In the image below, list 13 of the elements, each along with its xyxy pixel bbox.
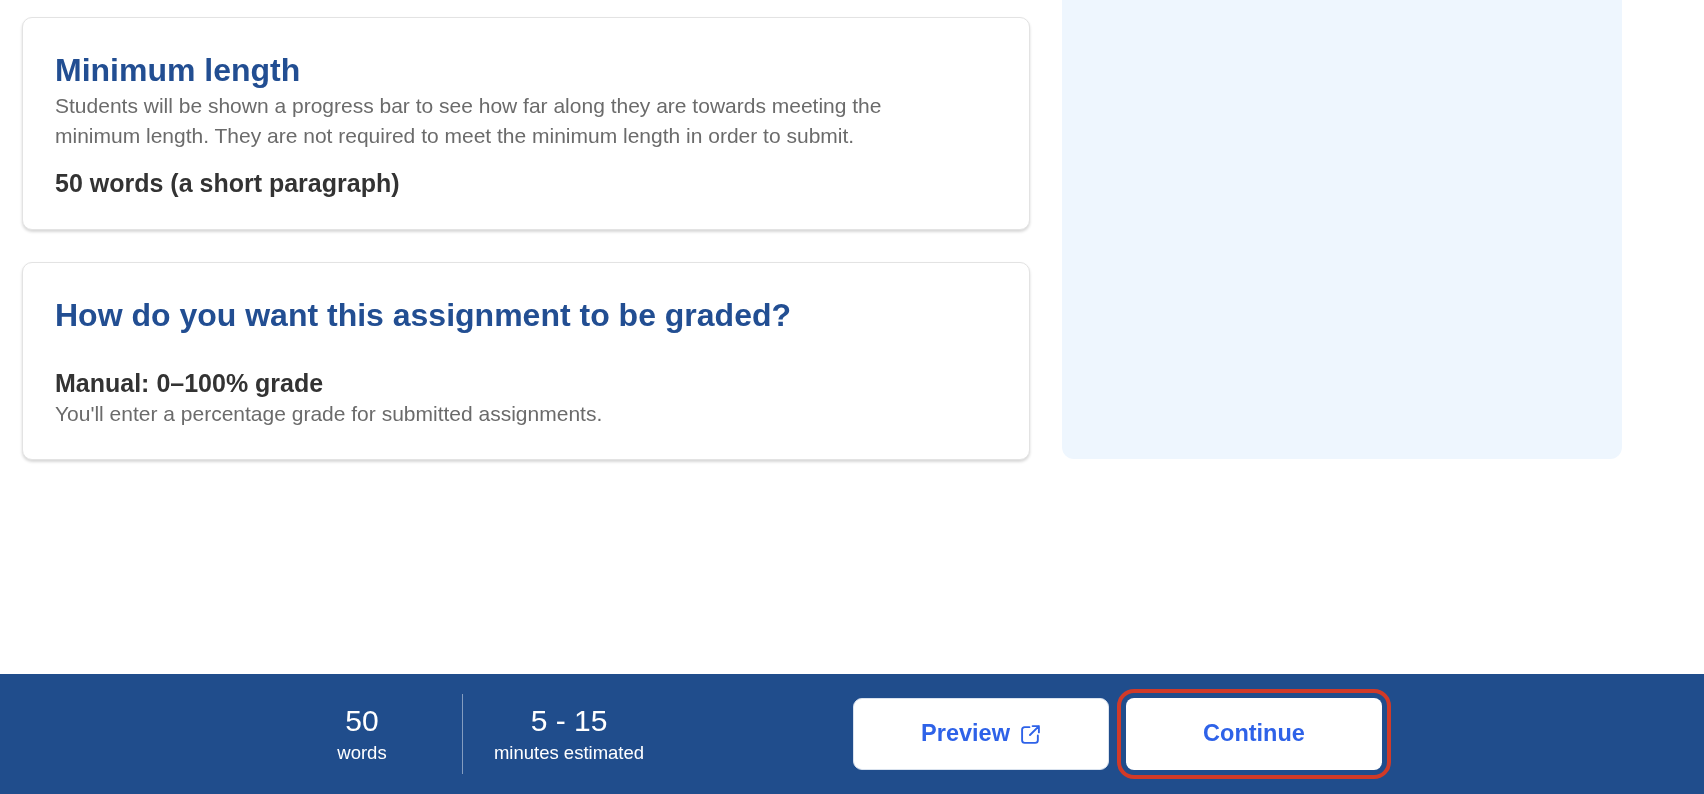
stat-label: minutes estimated <box>493 740 645 765</box>
option-label: Manual: 0–100% grade <box>55 368 325 399</box>
external-link-icon <box>1019 723 1041 745</box>
option-description: You'll enter a percentage grade for submitted assignments. <box>55 401 604 427</box>
card-title: Minimum length <box>55 51 302 89</box>
preview-button[interactable]: Preview <box>853 698 1109 770</box>
card-description: Students will be shown a progress bar to see how far along they are towards meeting the minimum length. They are not required to meet the minimum length in order to submit. <box>55 93 883 149</box>
continue-button[interactable]: Continue <box>1117 689 1391 779</box>
setting-value: 50 words (a short paragraph) <box>55 168 401 199</box>
stat-value: 5 - 15 <box>530 703 608 738</box>
stat-value: 50 <box>345 703 379 738</box>
stat-label: words <box>337 740 387 765</box>
card-title: How do you want this assignment to be graded? <box>55 296 793 334</box>
